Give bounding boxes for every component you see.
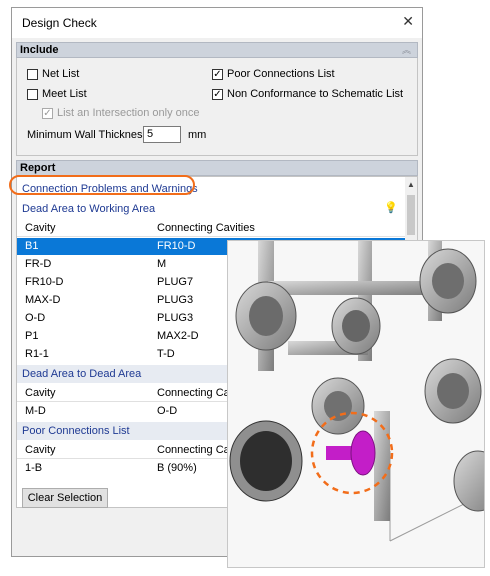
report-header-label: Report [20,162,56,174]
col-cavity-header: Cavity [25,387,56,399]
flange-bore [249,296,283,336]
col-connecting-header: Connecting Cavities [157,222,255,234]
flange [453,450,484,512]
cell-connecting: M [157,258,167,270]
table-header: Cavity Connecting Cavities [17,219,407,237]
cell-connecting: FR10-D [157,240,196,252]
meet-list-checkbox[interactable] [27,89,38,100]
cell-cavity: B1 [25,240,39,252]
include-header-label: Include [20,44,59,56]
cell-connecting: PLUG7 [157,276,194,288]
col-cavity-header: Cavity [25,222,56,234]
highlight-ring [9,175,195,195]
include-section-header[interactable]: Include ︽ [16,42,418,58]
non-conformance-checkbox[interactable]: ✓ [212,89,223,100]
close-icon[interactable]: ✕ [402,13,414,30]
intersection-once-label: List an Intersection only once [57,107,200,119]
cell-cavity: MAX-D [25,294,61,306]
group-dead-to-working[interactable]: Dead Area to Working Area [17,200,407,218]
col-connecting-header: Connecting Ca [157,387,230,399]
clear-selection-button[interactable]: Clear Selection [22,488,108,508]
poor-connections-checkbox[interactable]: ✓ [212,69,223,80]
flange-bore [324,391,352,421]
flange-bore [432,263,464,299]
cell-cavity: M-D [25,405,46,417]
cell-cavity: R1-1 [25,348,49,360]
flange-bore [437,373,469,409]
title-bar: Design Check ✕ [12,8,422,38]
problem-flange [350,430,376,476]
cell-connecting: T-D [157,348,175,360]
cell-connecting: MAX2-D [157,330,199,342]
cell-cavity: FR10-D [25,276,64,288]
lightbulb-icon[interactable]: 💡 [384,201,398,214]
flange-bore [342,310,370,342]
scroll-up-icon[interactable]: ▲ [407,180,415,189]
cell-connecting: PLUG3 [157,312,194,324]
net-list-checkbox[interactable] [27,69,38,80]
intersection-once-checkbox[interactable]: ✓ [42,108,53,119]
scroll-thumb[interactable] [407,195,415,235]
min-wall-input[interactable]: 5 [143,126,181,143]
min-wall-unit: mm [188,129,207,141]
manifold-render [229,241,484,542]
cell-cavity: O-D [25,312,46,324]
meet-list-label: Meet List [42,88,87,100]
poor-connections-label: Poor Connections List [227,68,335,80]
cell-cavity: 1-B [25,462,43,474]
cell-cavity: P1 [25,330,39,342]
dialog-title: Design Check [22,16,97,30]
net-list-label: Net List [42,68,80,80]
min-wall-label: Minimum Wall Thickness [27,129,149,141]
col-cavity-header: Cavity [25,444,56,456]
cell-connecting: B (90%) [157,462,197,474]
report-section-header: Report [16,160,418,176]
model-viewport[interactable] [227,240,485,568]
col-connecting-header: Connecting Ca [157,444,230,456]
collapse-icon[interactable]: ︽ [402,43,411,57]
cell-connecting: O-D [157,405,178,417]
cell-cavity: FR-D [25,258,52,270]
cell-connecting: PLUG3 [157,294,194,306]
flange-bore [240,431,292,491]
non-conformance-label: Non Conformance to Schematic List [227,88,404,100]
pipe [268,281,438,295]
